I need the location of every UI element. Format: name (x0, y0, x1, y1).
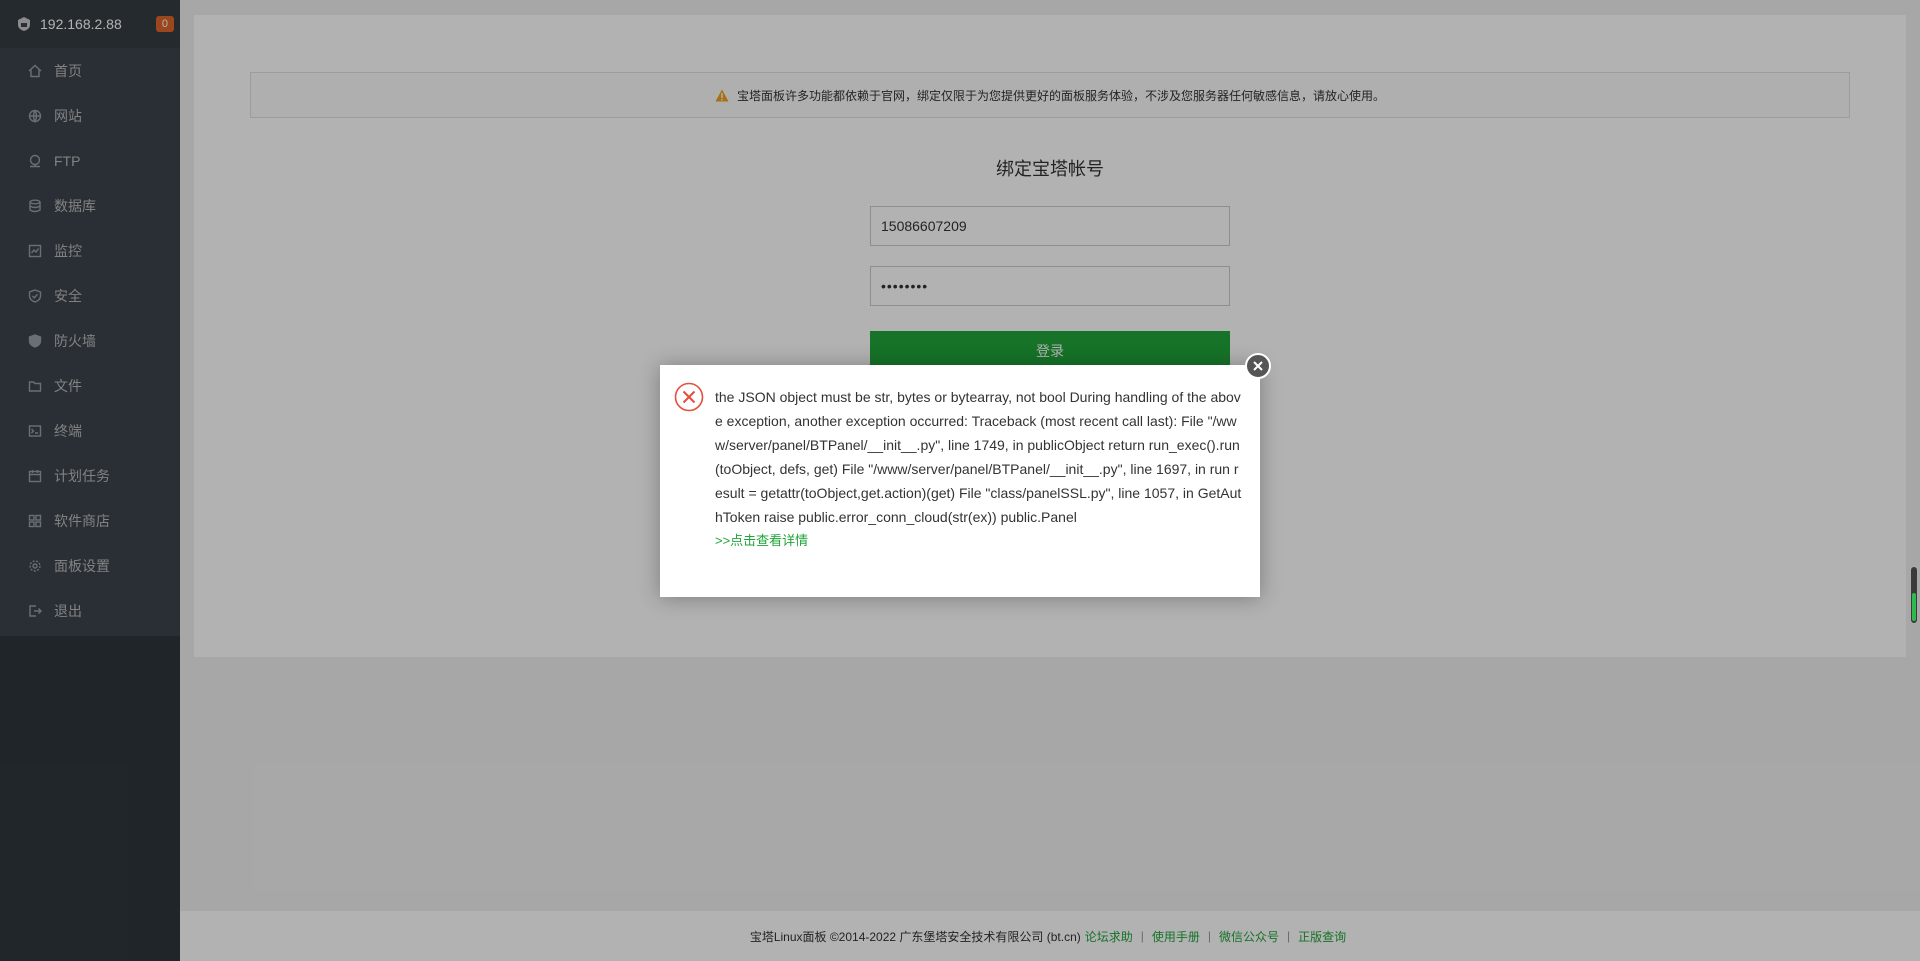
view-details-link[interactable]: >>点击查看详情 (715, 529, 1245, 553)
close-icon (1253, 361, 1263, 371)
error-dialog: the JSON object must be str, bytes or by… (660, 365, 1260, 597)
error-icon (674, 382, 704, 412)
scroll-indicator[interactable] (1910, 566, 1918, 624)
error-message: the JSON object must be str, bytes or by… (715, 385, 1245, 553)
close-dialog-button[interactable] (1245, 353, 1271, 379)
scroll-thumb[interactable] (1912, 593, 1916, 621)
error-text: the JSON object must be str, bytes or by… (715, 389, 1242, 525)
